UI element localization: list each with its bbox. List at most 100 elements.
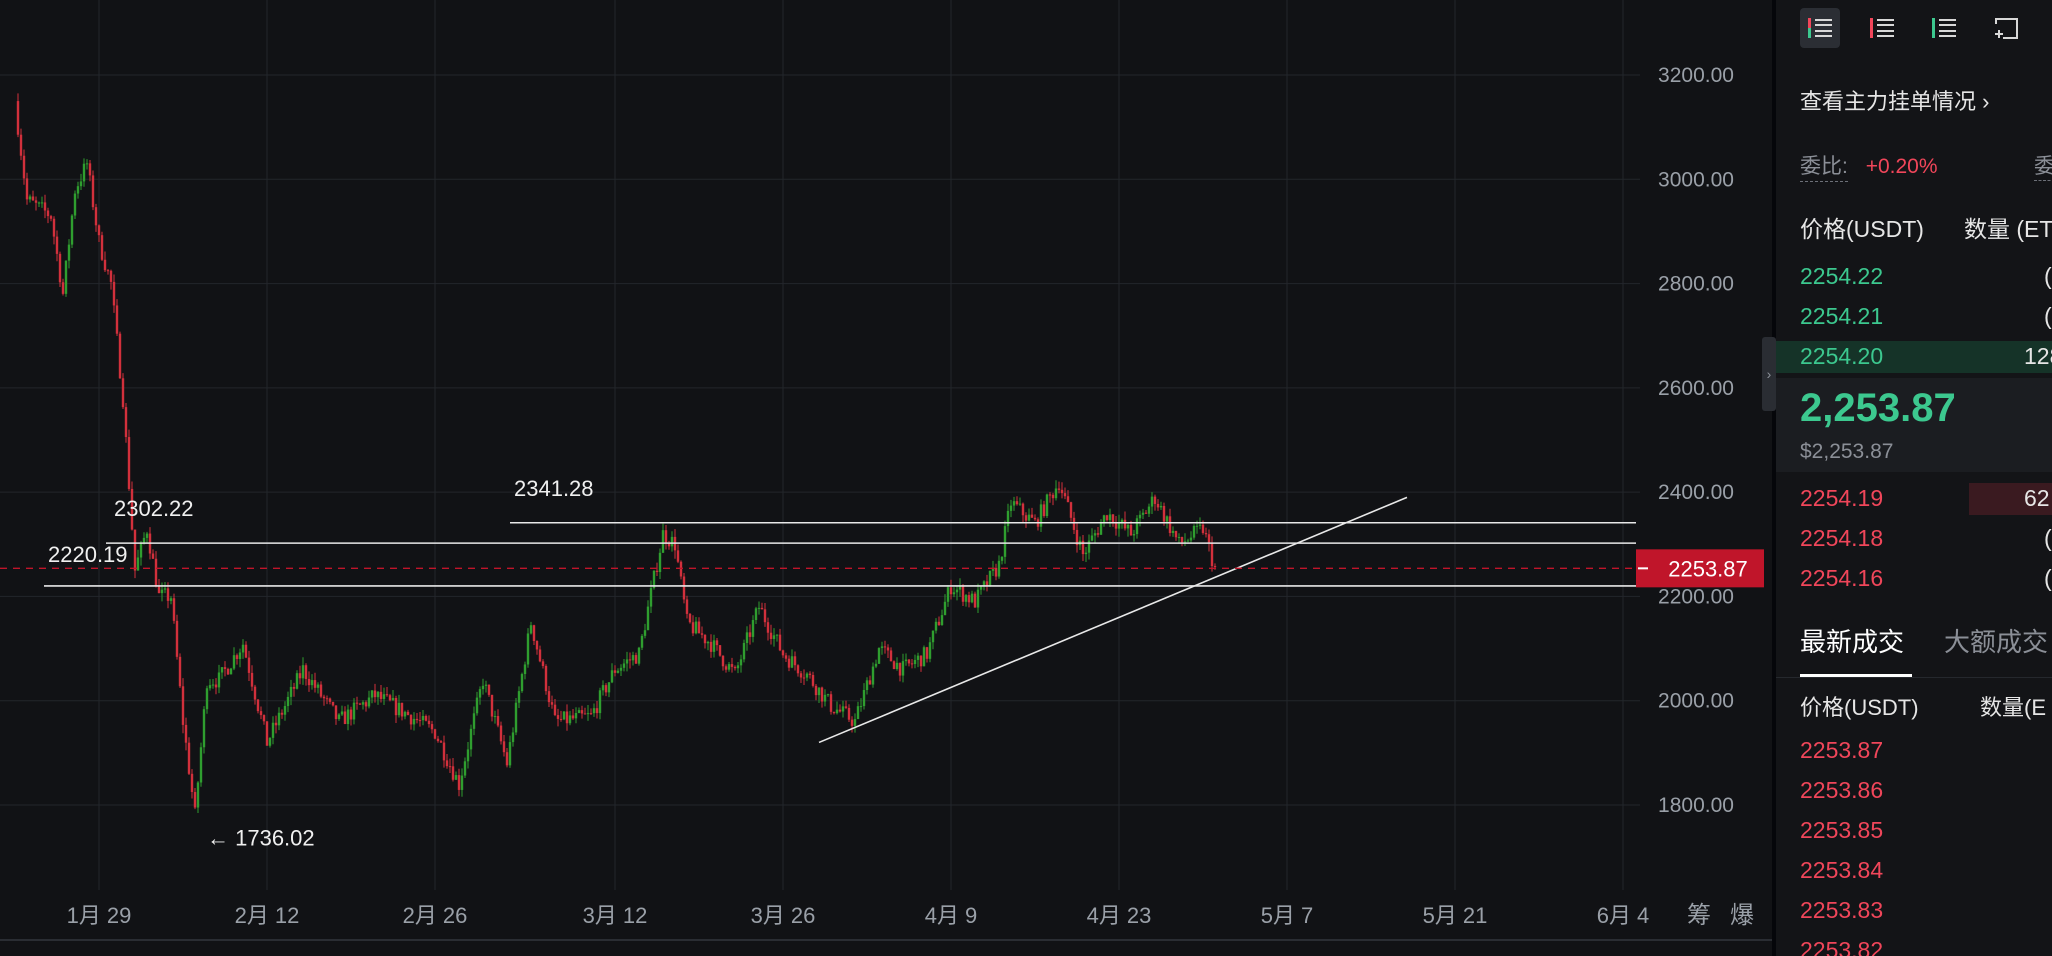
candle-body — [1129, 524, 1133, 536]
candle — [193, 787, 197, 810]
candle — [655, 562, 659, 576]
candle — [994, 563, 998, 581]
candle — [187, 737, 191, 775]
candle — [895, 657, 899, 671]
candle — [955, 586, 959, 601]
order-book-sell-button[interactable] — [1862, 8, 1902, 48]
candle-body — [406, 711, 410, 715]
candle — [388, 693, 392, 702]
chip-distribution-tool[interactable]: 筹 — [1687, 902, 1711, 929]
candle — [1138, 510, 1142, 527]
candle-body — [805, 673, 809, 678]
candle-body — [355, 702, 359, 704]
order-book-buy-button[interactable] — [1924, 8, 1964, 48]
ob-price: 2254.21 — [1800, 303, 1884, 329]
candle — [25, 172, 29, 205]
price-chart-pane[interactable]: 2341.28 2302.22 2220.19 ← 1736.02 3200.00 30… — [0, 0, 1772, 956]
candle — [409, 714, 413, 730]
candle-body — [262, 715, 266, 722]
candle — [346, 704, 350, 731]
bid-row[interactable]: 2254.18 ( — [1776, 521, 2052, 557]
candle-body — [499, 725, 503, 742]
candle-body — [172, 598, 176, 621]
candle — [760, 602, 764, 610]
candle-body — [718, 645, 722, 656]
candle — [274, 715, 278, 734]
candle-body — [886, 647, 890, 651]
candle-body — [373, 690, 377, 698]
order-book-both-button[interactable] — [1800, 8, 1840, 48]
candle — [727, 662, 731, 672]
candle-body — [1024, 515, 1028, 521]
candle-body — [988, 570, 992, 586]
candle-body — [670, 536, 674, 547]
candlestick-chart[interactable]: 2341.28 2302.22 2220.19 ← 1736.02 3200.00 30… — [0, 0, 1772, 956]
candle-body — [349, 709, 353, 720]
candle — [37, 201, 41, 208]
bid-row[interactable]: 2254.16 ( — [1776, 561, 2052, 597]
candle-body — [142, 537, 146, 543]
candle-body — [778, 634, 782, 651]
candle-body — [553, 704, 557, 716]
candle-body — [946, 587, 950, 602]
ask-row[interactable]: 2254.22 ( — [1776, 259, 2052, 295]
liquidation-tool[interactable]: 爆 — [1730, 902, 1754, 929]
candle-body — [1177, 537, 1181, 539]
candle — [121, 373, 125, 410]
tab-latest-trades[interactable]: 最新成交 — [1800, 622, 1904, 659]
candle — [514, 697, 518, 736]
ask-row[interactable]: 2254.20 128 — [1776, 339, 2052, 375]
candle-body — [868, 680, 872, 685]
candle-body — [244, 644, 248, 658]
candle — [523, 661, 527, 680]
candle-body — [643, 630, 647, 636]
candle — [883, 640, 887, 654]
candle — [964, 594, 968, 607]
candle-body — [1210, 543, 1214, 567]
ob-qty: ( — [2044, 565, 2052, 591]
candle — [574, 707, 578, 724]
candle-body — [37, 202, 41, 204]
candle — [448, 758, 452, 773]
candle-body — [133, 529, 137, 571]
ask-row[interactable]: 2254.21 ( — [1776, 299, 2052, 335]
trendline[interactable] — [818, 496, 1408, 744]
candle — [892, 660, 896, 670]
collapse-panel-handle[interactable]: › — [1762, 337, 1776, 411]
candle — [565, 704, 569, 731]
candle — [634, 652, 638, 664]
candle — [607, 681, 611, 698]
tab-large-trades[interactable]: 大额成交 — [1944, 622, 2048, 659]
candle-body — [916, 655, 920, 660]
candle — [571, 708, 575, 720]
candle — [1087, 534, 1091, 560]
candle-body — [961, 586, 965, 602]
candle-body — [748, 632, 752, 637]
candle — [1126, 523, 1130, 537]
candle-body — [352, 702, 356, 720]
candle-body — [289, 686, 293, 697]
last-price-block[interactable]: 2,253.87 $2,253.87 — [1776, 378, 2052, 472]
candle — [169, 596, 173, 605]
candle-body — [976, 589, 980, 608]
candle — [736, 661, 740, 674]
candle — [511, 727, 515, 747]
bid-row[interactable]: 2254.19 62 — [1776, 481, 2052, 517]
order-ratio-label[interactable]: 委比: — [1800, 155, 1848, 182]
order-diff-label[interactable]: 委 — [2034, 150, 2052, 181]
candle — [400, 702, 404, 721]
y-tick-label: 2600.00 — [1658, 377, 1734, 400]
candle-body — [169, 598, 173, 601]
candle — [547, 686, 551, 707]
candle — [1000, 556, 1004, 565]
candle-body — [850, 719, 854, 726]
candle — [799, 670, 803, 684]
candle — [328, 697, 332, 705]
candle-body — [1165, 516, 1169, 522]
candle — [100, 231, 104, 262]
expand-panel-button[interactable] — [1986, 8, 2026, 48]
candle-body — [316, 684, 320, 688]
candle — [811, 671, 815, 688]
candle-body — [1141, 512, 1145, 515]
view-major-orders-link[interactable]: 查看主力挂单情况 › — [1800, 84, 1989, 116]
